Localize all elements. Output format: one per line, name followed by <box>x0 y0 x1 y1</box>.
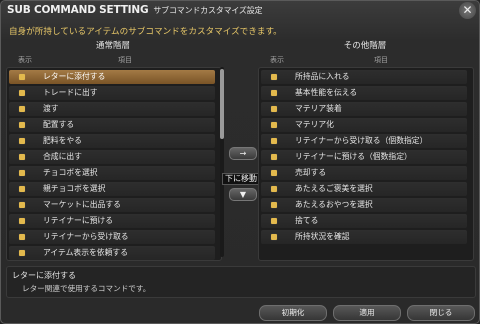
list-item[interactable]: リテイナーから受け取る（個数指定） <box>261 134 467 148</box>
window-title-text: SUB COMMAND SETTING <box>7 4 149 16</box>
checkbox-icon[interactable] <box>271 106 277 112</box>
checkbox-icon[interactable] <box>271 90 277 96</box>
list-item-label: リテイナーに預ける <box>43 216 114 225</box>
checkbox-icon[interactable] <box>271 138 277 144</box>
list-item-label: あたえるおやつを選択 <box>295 200 373 209</box>
list-item[interactable]: 親チョコボを選択 <box>9 182 215 196</box>
list-item[interactable]: 配置する <box>9 118 215 132</box>
list-item-label: リテイナーから受け取る（個数指定） <box>295 136 428 145</box>
list-item-label: 捨てる <box>295 216 319 225</box>
help-title: レターに添付する <box>12 271 76 280</box>
list-item-label: リテイナーに預ける（個数指定） <box>295 152 412 161</box>
list-item-label: チョコボを選択 <box>43 168 98 177</box>
window-description: 自身が所持しているアイテムのサブコマンドをカスタマイズできます。 <box>9 27 282 37</box>
list-item[interactable]: あたえるご褒美を選択 <box>261 182 467 196</box>
checkbox-icon[interactable] <box>271 202 277 208</box>
checkbox-icon[interactable] <box>271 122 277 128</box>
list-item[interactable]: 渡す <box>9 102 215 116</box>
list-item[interactable]: 売却する <box>261 166 467 180</box>
list-item[interactable]: リテイナーに預ける <box>9 214 215 228</box>
list-item-label: 親チョコボを選択 <box>43 184 106 193</box>
list-item-label: マテリア装着 <box>295 104 342 113</box>
checkbox-icon[interactable] <box>19 250 25 256</box>
list-item-label: トレードに出す <box>43 88 98 97</box>
item-column-header: 項目 <box>118 56 132 64</box>
normal-layer-scrollbar[interactable] <box>220 67 224 257</box>
reset-button[interactable]: 初期化 <box>259 305 327 321</box>
list-item[interactable]: リテイナーに預ける（個数指定） <box>261 150 467 164</box>
list-item[interactable]: 所持品に入れる <box>261 70 467 84</box>
list-item-label: レターに添付する <box>43 72 106 81</box>
list-item[interactable]: 捨てる <box>261 214 467 228</box>
checkbox-icon[interactable] <box>19 74 25 80</box>
checkbox-icon[interactable] <box>19 234 25 240</box>
move-right-button[interactable]: → <box>229 147 257 160</box>
list-item-label: 渡す <box>43 104 59 113</box>
other-layer-title: その他階層 <box>343 41 387 51</box>
checkbox-icon[interactable] <box>19 138 25 144</box>
help-text: レター関連で使用するコマンドです。 <box>22 284 151 293</box>
window-subtitle: サブコマンドカスタマイズ設定 <box>153 6 263 15</box>
checkbox-icon[interactable] <box>19 170 25 176</box>
sub-command-setting-window: SUB COMMAND SETTING サブコマンドカスタマイズ設定 ✕ 自身が所… <box>0 0 480 324</box>
list-item-label: 合成に出す <box>43 152 82 161</box>
list-item[interactable]: 所持状況を確認 <box>261 230 467 244</box>
checkbox-icon[interactable] <box>19 202 25 208</box>
checkbox-icon[interactable] <box>19 122 25 128</box>
apply-button[interactable]: 適用 <box>333 305 401 321</box>
list-item[interactable]: 肥料をやる <box>9 134 215 148</box>
list-item-label: 基本性能を伝える <box>295 88 358 97</box>
checkbox-icon[interactable] <box>19 90 25 96</box>
list-item-label: マーケットに出品する <box>43 200 121 209</box>
other-layer-list: 所持品に入れる 基本性能を伝える マテリア装着 マテリア化 リテイナーから受け取… <box>258 67 474 261</box>
list-item[interactable]: マテリア化 <box>261 118 467 132</box>
list-item-label: リテイナーから受け取る <box>43 232 129 241</box>
checkbox-icon[interactable] <box>19 218 25 224</box>
window-title: SUB COMMAND SETTING サブコマンドカスタマイズ設定 <box>7 4 263 16</box>
list-item[interactable]: アイテム表示を依頼する <box>9 246 215 260</box>
list-item[interactable]: チョコボを選択 <box>9 166 215 180</box>
move-down-button[interactable]: ▼ <box>229 188 257 201</box>
list-item-label: 所持品に入れる <box>295 72 350 81</box>
list-item-label: 配置する <box>43 120 75 129</box>
checkbox-icon[interactable] <box>271 74 277 80</box>
item-column-header: 項目 <box>374 56 388 64</box>
display-column-header: 表示 <box>270 56 284 64</box>
checkbox-icon[interactable] <box>271 170 277 176</box>
list-item[interactable]: 基本性能を伝える <box>261 86 467 100</box>
list-item[interactable]: レターに添付する <box>9 70 215 84</box>
normal-layer-title: 通常階層 <box>95 41 130 51</box>
checkbox-icon[interactable] <box>271 154 277 160</box>
list-item[interactable]: リテイナーから受け取る <box>9 230 215 244</box>
normal-layer-list: レターに添付する トレードに出す 渡す 配置する 肥料をやる 合成に出す チョコ… <box>6 67 222 261</box>
checkbox-icon[interactable] <box>271 186 277 192</box>
checkbox-icon[interactable] <box>19 186 25 192</box>
list-item-label: アイテム表示を依頼する <box>43 248 128 257</box>
checkbox-icon[interactable] <box>271 234 277 240</box>
checkbox-icon[interactable] <box>19 154 25 160</box>
list-item-label: 売却する <box>295 168 327 177</box>
normal-layer-panel: 通常階層 表示 項目 レターに添付する トレードに出す 渡す 配置する 肥料をや… <box>6 39 224 261</box>
list-item-label: マテリア化 <box>295 120 334 129</box>
close-icon[interactable]: ✕ <box>459 2 476 19</box>
other-layer-panel: その他階層 表示 項目 所持品に入れる 基本性能を伝える マテリア装着 マテリア… <box>258 39 474 261</box>
close-button[interactable]: 閉じる <box>407 305 475 321</box>
checkbox-icon[interactable] <box>271 218 277 224</box>
list-item[interactable]: マテリア装着 <box>261 102 467 116</box>
display-column-header: 表示 <box>18 56 32 64</box>
list-item-label: 所持状況を確認 <box>295 232 350 241</box>
list-item-label: 肥料をやる <box>43 136 82 145</box>
list-item-label: あたえるご褒美を選択 <box>295 184 373 193</box>
move-down-tooltip: 下に移動 <box>222 173 260 185</box>
list-item[interactable]: マーケットに出品する <box>9 198 215 212</box>
list-item[interactable]: トレードに出す <box>9 86 215 100</box>
help-box: レターに添付する レター関連で使用するコマンドです。 <box>6 266 476 298</box>
scrollbar-thumb[interactable] <box>220 69 224 139</box>
title-bar[interactable]: SUB COMMAND SETTING サブコマンドカスタマイズ設定 ✕ <box>1 1 479 21</box>
list-item[interactable]: あたえるおやつを選択 <box>261 198 467 212</box>
list-item[interactable]: 合成に出す <box>9 150 215 164</box>
checkbox-icon[interactable] <box>19 106 25 112</box>
